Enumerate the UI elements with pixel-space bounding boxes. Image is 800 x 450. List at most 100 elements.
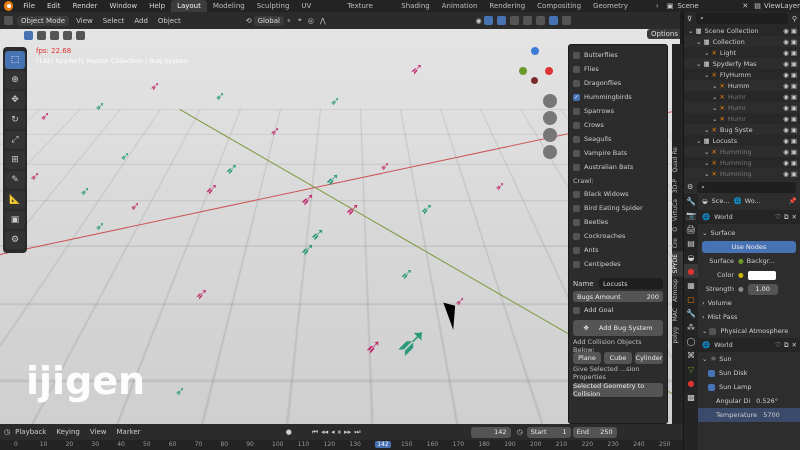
visibility-eye-icon[interactable]: ◉ ▣ — [783, 71, 800, 79]
plane-button[interactable]: Plane — [573, 352, 601, 364]
jump-end-icon[interactable]: ⏭ — [354, 428, 360, 437]
duplicate-icon[interactable]: ⧉ — [784, 341, 789, 350]
checkbox[interactable] — [573, 80, 580, 87]
workspace-tab-layout[interactable]: Layout — [171, 0, 207, 12]
menu-file[interactable]: File — [17, 2, 41, 10]
chevron-down-icon[interactable]: ⌄ — [696, 137, 701, 145]
chevron-down-icon[interactable]: ⌄ — [704, 159, 709, 167]
filter-icon[interactable]: ⊽ — [687, 15, 692, 23]
checkbox[interactable] — [573, 52, 580, 59]
flyer-vampire-bats[interactable]: Vampire Bats — [573, 146, 663, 160]
flyer-hummingbirds[interactable]: ✓ Hummingbirds — [573, 90, 663, 104]
material-tab-icon[interactable]: ● — [684, 376, 698, 390]
visibility-eye-icon[interactable]: ◉ ▣ — [783, 82, 800, 90]
world-selector[interactable]: 🌐 World ♡ ⧉ ✕ — [698, 210, 800, 224]
properties-editor-icon[interactable]: ⚙ — [687, 183, 693, 191]
timeline-menu-view[interactable]: View — [85, 428, 112, 436]
checkbox[interactable] — [573, 219, 580, 226]
duplicate-icon[interactable]: ⧉ — [784, 213, 789, 222]
shading-solid-icon[interactable] — [536, 16, 545, 25]
visibility-eye-icon[interactable]: ◉ ▣ — [783, 104, 800, 112]
cursor-tool-icon[interactable]: ⊕ — [5, 71, 25, 89]
visibility-eye-icon[interactable]: ◉ ▣ — [783, 60, 800, 68]
checkbox[interactable] — [573, 150, 580, 157]
chevron-down-icon[interactable]: ⌄ — [704, 71, 709, 79]
outliner-row[interactable]: ⌄ ▦ Collection ◉ ▣ — [684, 36, 800, 47]
cylinder-button[interactable]: Cylinder — [635, 352, 663, 364]
checkbox[interactable] — [573, 247, 580, 254]
workspace-tab-shading[interactable]: Shading — [395, 0, 435, 12]
transform-orientation-icon[interactable]: ⟲ — [246, 17, 252, 25]
flyer-dragonflies[interactable]: Dragonflies — [573, 76, 663, 90]
chevron-down-icon[interactable]: ⌄ — [712, 93, 717, 101]
menu-edit[interactable]: Edit — [41, 2, 67, 10]
outliner-row[interactable]: ⌄ ✕ Humr ◉ ▣ — [684, 91, 800, 102]
flyer-seagulls[interactable]: Seagulls — [573, 132, 663, 146]
crawler-bird-eating-spider[interactable]: Bird Eating Spider — [573, 201, 663, 215]
workspace-tab-compositing[interactable]: Compositing — [531, 0, 587, 12]
outliner-row[interactable]: ⌄ ✕ Light ◉ ▣ — [684, 47, 800, 58]
workspace-tab-rendering[interactable]: Rendering — [483, 0, 531, 12]
outliner-row[interactable]: ⌄ ▦ Scene Collection ◉ ▣ — [684, 25, 800, 36]
select-subtract-icon[interactable] — [50, 31, 59, 40]
clock-icon[interactable]: ◷ — [517, 428, 523, 436]
current-frame-field[interactable]: 142 — [471, 427, 511, 438]
unlink-icon[interactable]: ✕ — [792, 341, 800, 349]
crawler-cockroaches[interactable]: Cockroaches — [573, 229, 663, 243]
proportional-edit-icon[interactable]: ◎ — [308, 17, 314, 25]
jump-start-icon[interactable]: ⏮ — [312, 428, 318, 437]
falloff-icon[interactable]: ⋀ — [320, 17, 326, 25]
physics-tab-icon[interactable]: ◯ — [684, 334, 698, 348]
outliner-row[interactable]: ⌄ ▦ Locusts ◉ ▣ — [684, 135, 800, 146]
mist-pass-panel-header[interactable]: › Mist Pass — [698, 310, 800, 324]
shading-wireframe-icon[interactable] — [523, 16, 532, 25]
surface-panel-header[interactable]: ⌄ Surface — [698, 226, 800, 240]
workspace-tab-modeling[interactable]: Modeling — [207, 0, 251, 12]
fake-user-icon[interactable]: ♡ — [775, 213, 781, 221]
visibility-eye-icon[interactable]: ◉ ▣ — [783, 93, 800, 101]
checkbox[interactable] — [573, 66, 580, 73]
checkbox-checked[interactable] — [708, 370, 715, 377]
flyer-australian-bats[interactable]: Australian Bats — [573, 160, 663, 174]
modifier-tab-icon[interactable]: 🔧 — [684, 306, 698, 320]
chevron-down-icon[interactable]: ⌄ — [704, 126, 709, 134]
outliner-row[interactable]: ⌄ ✕ Humming ◉ ▣ — [684, 168, 800, 179]
select-box-icon[interactable] — [24, 31, 33, 40]
gizmo-toggle-icon[interactable] — [484, 16, 493, 25]
visibility-eye-icon[interactable]: ◉ ▣ — [783, 159, 800, 167]
outliner-row[interactable]: ⌄ ✕ Humming ◉ ▣ — [684, 157, 800, 168]
checkbox[interactable] — [573, 164, 580, 171]
jump-key-back-icon[interactable]: ◂◂ — [321, 428, 328, 436]
measure-tool-icon[interactable]: 📐 — [5, 191, 25, 209]
visibility-eye-icon[interactable]: ◉ ▣ — [783, 126, 800, 134]
checkbox[interactable] — [573, 122, 580, 129]
pause-icon[interactable]: ⏸ — [338, 428, 342, 437]
world-tab-icon[interactable]: ● — [684, 264, 698, 278]
checkbox[interactable] — [573, 191, 580, 198]
menu-help[interactable]: Help — [143, 2, 171, 10]
strength-field[interactable]: 1.00 — [748, 284, 778, 295]
ortho-view-icon[interactable] — [543, 145, 557, 159]
outliner-row[interactable]: ⌄ ✕ FlyHumm ◉ ▣ — [684, 69, 800, 80]
outliner-search-input[interactable]: ⌕ — [696, 13, 788, 24]
sun-lamp-toggle[interactable]: Sun Lamp — [698, 380, 800, 394]
pin-icon[interactable]: 📌 — [789, 197, 800, 205]
gizmo-neg-icon[interactable] — [531, 77, 538, 84]
visibility-eye-icon[interactable]: ◉ ▣ — [783, 38, 800, 46]
physical-atmosphere-panel-header[interactable]: ⌄ Physical Atmosphere — [698, 324, 800, 338]
visibility-eye-icon[interactable]: ◉ ▣ — [783, 27, 800, 35]
chevron-down-icon[interactable]: ⌄ — [696, 60, 701, 68]
scene-selector[interactable]: Scene — [677, 2, 742, 10]
data-tab-icon[interactable]: ▽ — [684, 362, 698, 376]
workspace-tab-texture-paint[interactable]: Texture Paint — [341, 0, 395, 12]
fake-user-icon[interactable]: ♡ — [775, 341, 781, 349]
output-tab-icon[interactable]: 🖨 — [684, 222, 698, 236]
pivot-icon[interactable]: ⚬ — [286, 17, 292, 25]
outliner-row[interactable]: ⌄ ✕ Humr ◉ ▣ — [684, 113, 800, 124]
checkbox[interactable] — [573, 136, 580, 143]
texture-tab-icon[interactable]: ▩ — [684, 390, 698, 404]
flyer-sparrows[interactable]: Sparrows — [573, 104, 663, 118]
close-icon[interactable]: ✕ — [742, 2, 748, 10]
checkbox-checked[interactable] — [708, 384, 715, 391]
gizmo-z-icon[interactable] — [531, 47, 539, 55]
